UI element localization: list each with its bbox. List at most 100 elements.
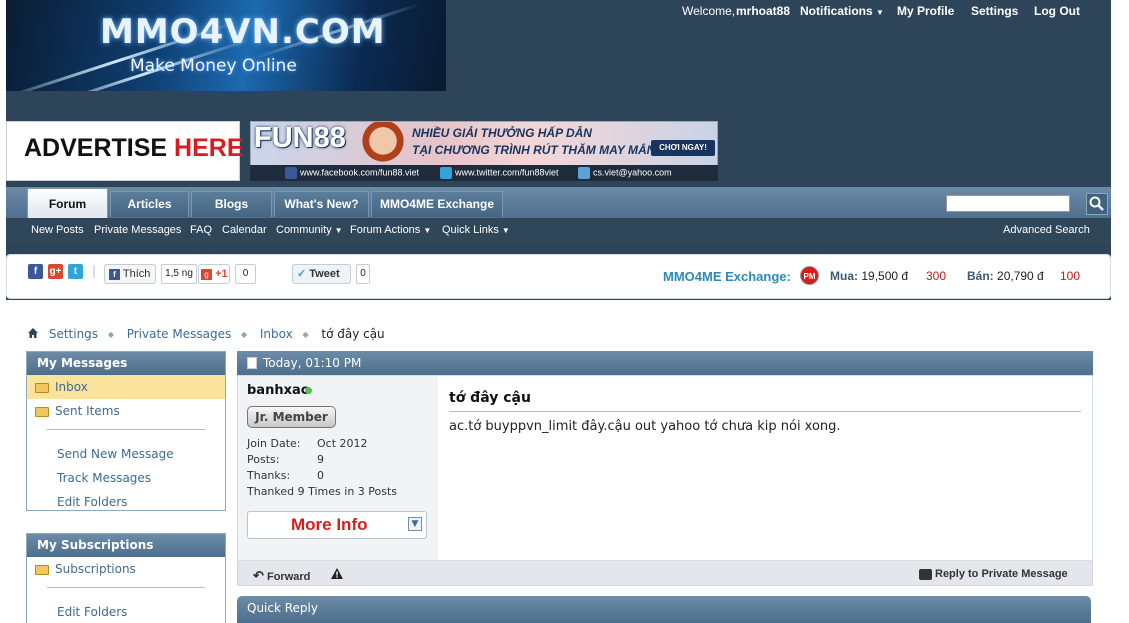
welcome-username[interactable]: mrhoat88 [736,4,790,18]
tab-articles[interactable]: Articles [110,191,189,217]
quick-reply-header[interactable]: Quick Reply [237,596,1091,623]
like-count: 1,5 ng [161,264,197,284]
posts-label: Posts: [247,453,280,466]
tab-blogs[interactable]: Blogs [191,191,272,217]
logo-main-text: MMO4VN.COM [100,12,386,52]
banner-brand: FUN88 [254,122,346,154]
settings-link[interactable]: Settings [971,4,1018,18]
breadcrumb-current: tớ đây cậu [321,327,385,341]
twitter-bird-icon: ✓ [297,268,307,280]
tab-whats-new[interactable]: What's New? [274,191,369,217]
twitter-icon[interactable]: t [68,264,83,279]
gplus-count: 0 [235,264,256,284]
folder-icon [35,564,49,575]
chevron-down-icon: ▼ [334,226,343,235]
subnav-faq[interactable]: FAQ [190,224,212,236]
banner-twitter-link: www.twitter.com/fun88viet [440,167,559,179]
subnav-new-posts[interactable]: New Posts [31,224,84,236]
sidebar-item-subscriptions[interactable]: Subscriptions [27,557,225,581]
sidebar-item-edit-folders[interactable]: Edit Folders [27,490,225,514]
chevron-down-icon: ▼ [876,8,884,17]
divider [47,587,205,588]
post-author[interactable]: banhxac [247,383,308,398]
search-button[interactable] [1086,193,1108,215]
breadcrumb-settings[interactable]: Settings [49,327,98,341]
my-messages-panel: My Messages Inbox Sent Items Send New Me… [26,351,226,511]
search-icon [1089,196,1104,211]
banner-email-link: cs.viet@yahoo.com [578,167,672,179]
join-date-value: Oct 2012 [317,437,368,450]
facebook-icon: f [109,268,120,280]
notifications-menu[interactable]: Notifications ▼ [800,4,884,18]
chevron-down-icon: ▼ [501,226,510,235]
subnav-quick-links[interactable]: Quick Links ▼ [442,224,510,236]
subnav-community[interactable]: Community ▼ [276,224,343,236]
user-rank-badge: Jr. Member [247,406,336,428]
message-title: tớ đây cậu [449,390,531,406]
facebook-like-button[interactable]: f Thích [104,264,156,284]
subnav-calendar[interactable]: Calendar [222,224,267,236]
breadcrumb-separator-icon: ◆ [241,330,248,339]
report-warning-icon[interactable] [330,567,344,583]
exchange-sell-qty: 100 [1060,269,1081,283]
banner-model-image [358,122,408,164]
tab-forum[interactable]: Forum [27,188,108,218]
welcome-text: Welcome, [682,4,736,18]
advertise-here-text: ADVERTISE HERE [24,134,244,162]
advanced-search-link[interactable]: Advanced Search [1003,224,1090,236]
divider [47,429,205,430]
forward-arrow-icon: ↶ [253,568,264,583]
subnav-private-messages[interactable]: Private Messages [94,224,181,236]
reply-to-pm-button[interactable]: Reply to Private Message [919,568,1068,580]
sidebar-item-inbox[interactable]: Inbox [27,375,225,399]
banner-play-button[interactable]: CHƠI NGAY! [651,140,715,156]
pm-icon[interactable]: PM [800,266,819,285]
forward-button[interactable]: ↶ Forward [253,568,310,584]
tab-mmo4me-exchange[interactable]: MMO4ME Exchange [371,191,503,217]
banner-line-1: NHIỀU GIẢI THƯỞNG HẤP DẪN [412,126,592,140]
folder-icon [35,382,49,393]
chevron-down-icon: ▼ [423,226,432,235]
sidebar-item-sent-items[interactable]: Sent Items [27,399,225,423]
search-input[interactable] [946,195,1070,212]
my-subscriptions-panel: My Subscriptions Subscriptions Edit Fold… [26,533,226,623]
my-messages-title: My Messages [27,352,225,375]
sidebar-item-subs-edit-folders[interactable]: Edit Folders [27,600,225,623]
divider: | [92,264,97,278]
banner-line-2: TẠI CHƯƠNG TRÌNH RÚT THĂM MAY MẮN! [412,143,660,157]
breadcrumb-separator-icon: ◆ [107,330,115,339]
sidebar-item-send-new-message[interactable]: Send New Message [27,442,225,466]
breadcrumb-private-messages[interactable]: Private Messages [127,327,232,341]
post-date-header: Today, 01:10 PM [237,351,1093,375]
reply-quote-icon [919,568,932,580]
twitter-icon [440,167,452,179]
my-profile-link[interactable]: My Profile [897,4,954,18]
google-plus-icon[interactable]: g+ [48,264,63,279]
exchange-label[interactable]: MMO4ME Exchange: [663,269,791,284]
logout-link[interactable]: Log Out [1034,4,1080,18]
banner-facebook-link: www.facebook.com/fun88.viet [285,167,419,179]
thanks-value: 0 [317,469,324,482]
subnav-forum-actions[interactable]: Forum Actions ▼ [350,224,431,236]
thanked-summary: Thanked 9 Times in 3 Posts [247,485,398,498]
exchange-buy: Mua: 19,500 đ [830,269,909,283]
thanks-label: Thanks: [247,469,291,482]
chevron-down-icon[interactable]: ▼ [408,517,422,531]
breadcrumb-inbox[interactable]: Inbox [260,327,293,341]
folder-icon [35,406,49,417]
google-plus-one-button[interactable]: g +1 [198,264,230,284]
message-body: ac.tớ buyppvn_limit đây.cậu out yahoo tớ… [449,419,841,434]
home-icon[interactable] [27,327,39,342]
more-info-label: More Info [291,515,368,534]
exchange-sell: Bán: 20,790 đ [967,269,1044,283]
tweet-button[interactable]: ✓ Tweet [292,264,351,284]
join-date-label: Join Date: [247,437,301,450]
facebook-icon [285,167,297,179]
divider [449,411,1081,412]
logo-sub-text: Make Money Online [130,56,297,76]
sidebar-item-track-messages[interactable]: Track Messages [27,466,225,490]
google-plus-icon: g [201,268,212,280]
breadcrumb-separator-icon: ◆ [302,330,309,339]
tweet-count: 0 [356,264,370,284]
facebook-icon[interactable]: f [28,264,43,279]
